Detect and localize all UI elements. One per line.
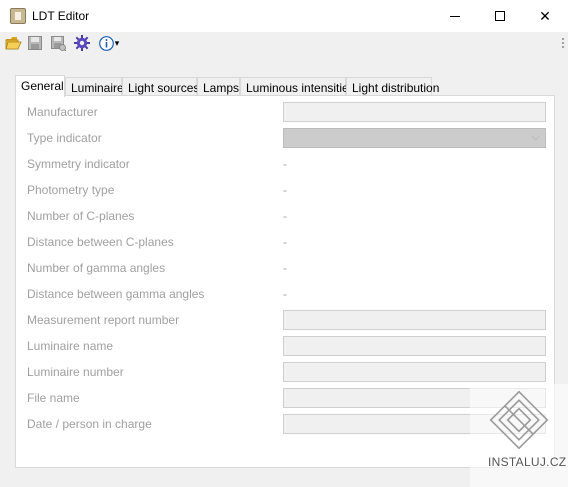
save-icon: [28, 36, 42, 50]
photometry-type-label: Photometry type: [27, 183, 115, 197]
minimize-button[interactable]: [432, 0, 478, 32]
open-folder-icon: [4, 37, 22, 50]
number-c-planes-value: -: [283, 209, 287, 223]
info-icon: [98, 35, 114, 51]
measurement-report-number-label: Measurement report number: [27, 313, 180, 327]
luminaire-number-field[interactable]: [283, 362, 546, 382]
distance-c-planes-value: -: [283, 235, 287, 249]
file-name-label: File name: [27, 391, 80, 405]
photometry-type-value: -: [283, 183, 287, 197]
manufacturer-label: Manufacturer: [27, 105, 98, 119]
luminaire-name-label: Luminaire name: [27, 339, 114, 353]
luminaire-number-label: Luminaire number: [27, 365, 124, 379]
date-person-label: Date / person in charge: [27, 417, 152, 431]
watermark-logo-icon: [470, 384, 568, 487]
luminaire-name-field[interactable]: [283, 336, 546, 356]
manufacturer-field[interactable]: [283, 102, 546, 122]
toolbar-grip[interactable]: [562, 38, 566, 52]
tab-luminous-intensities[interactable]: Luminous intensities: [240, 77, 355, 96]
maximize-icon: [495, 11, 505, 21]
window-title: LDT Editor: [32, 9, 90, 23]
app-icon: [10, 8, 26, 24]
distance-gamma-angles-label: Distance between gamma angles: [27, 287, 205, 301]
symmetry-indicator-value: -: [283, 157, 287, 171]
measurement-report-number-field[interactable]: [283, 310, 546, 330]
tab-lamps[interactable]: Lamps: [197, 77, 240, 96]
info-dropdown-button[interactable]: ▾: [96, 35, 122, 51]
dropdown-arrow-icon: ▾: [114, 37, 120, 48]
close-icon: ✕: [539, 7, 551, 24]
settings-gear-icon: [74, 35, 90, 51]
watermark-text: INSTALUJ.CZ: [488, 455, 567, 469]
tab-light-distribution[interactable]: Light distribution: [346, 77, 439, 96]
symmetry-indicator-label: Symmetry indicator: [27, 157, 130, 171]
distance-gamma-angles-value: -: [283, 287, 287, 301]
open-button[interactable]: [4, 35, 22, 51]
minimize-icon: [450, 15, 460, 17]
save-as-icon: [50, 35, 66, 51]
title-bar: LDT Editor ✕: [0, 0, 568, 32]
tab-luminaire[interactable]: Luminaire: [65, 77, 124, 96]
distance-c-planes-label: Distance between C-planes: [27, 235, 174, 249]
save-as-button[interactable]: [49, 35, 67, 51]
chevron-down-icon: ⌵: [531, 131, 540, 143]
save-button[interactable]: [26, 35, 44, 51]
number-gamma-angles-value: -: [283, 261, 287, 275]
maximize-button[interactable]: [477, 0, 523, 32]
number-gamma-angles-label: Number of gamma angles: [27, 261, 166, 275]
settings-button[interactable]: [73, 35, 91, 51]
type-indicator-select[interactable]: ⌵: [283, 128, 546, 148]
number-c-planes-label: Number of C-planes: [27, 209, 135, 223]
tab-light-sources[interactable]: Light sources: [122, 77, 199, 96]
tab-general[interactable]: General: [15, 75, 65, 97]
close-button[interactable]: ✕: [522, 0, 568, 32]
type-indicator-label: Type indicator: [27, 131, 102, 145]
toolbar: ▾: [0, 32, 568, 54]
